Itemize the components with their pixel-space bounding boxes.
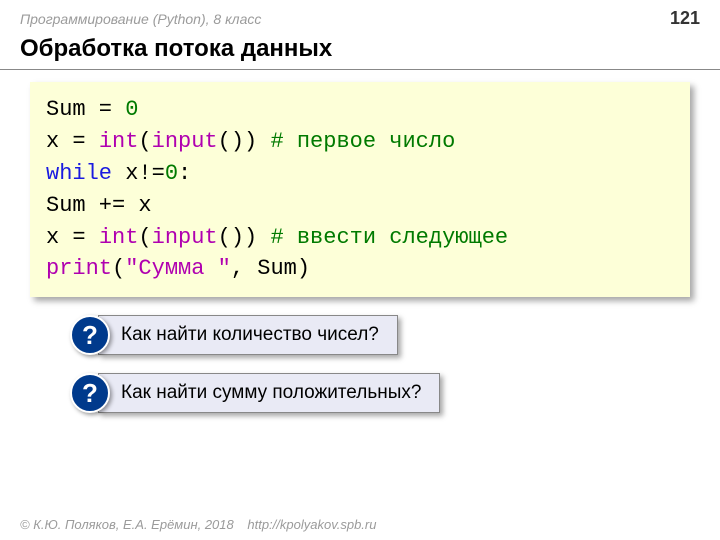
code-line: x = int(input()) # ввести следующее (46, 222, 674, 254)
code-block: Sum = 0 x = int(input()) # первое число … (30, 82, 690, 297)
code-line: Sum = 0 (46, 94, 674, 126)
page-number: 121 (670, 8, 700, 29)
code-line: print("Сумма ", Sum) (46, 253, 674, 285)
question-text-2: Как найти сумму положительных? (98, 373, 440, 413)
question-text-1: Как найти количество чисел? (98, 315, 398, 355)
slide-title: Обработка потока данных (0, 33, 720, 70)
code-line: while x!=0: (46, 158, 674, 190)
code-line: Sum += x (46, 190, 674, 222)
slide-footer: © К.Ю. Поляков, Е.А. Ерёмин, 2018 http:/… (20, 517, 376, 532)
code-line: x = int(input()) # первое число (46, 126, 674, 158)
footer-authors: © К.Ю. Поляков, Е.А. Ерёмин, 2018 (20, 517, 234, 532)
footer-url: http://kpolyakov.spb.ru (247, 517, 376, 532)
course-name: Программирование (Python), 8 класс (20, 11, 261, 27)
question-row-2: ? Как найти сумму положительных? (70, 373, 720, 413)
question-row-1: ? Как найти количество чисел? (70, 315, 720, 355)
slide-header: Программирование (Python), 8 класс 121 (0, 0, 720, 33)
